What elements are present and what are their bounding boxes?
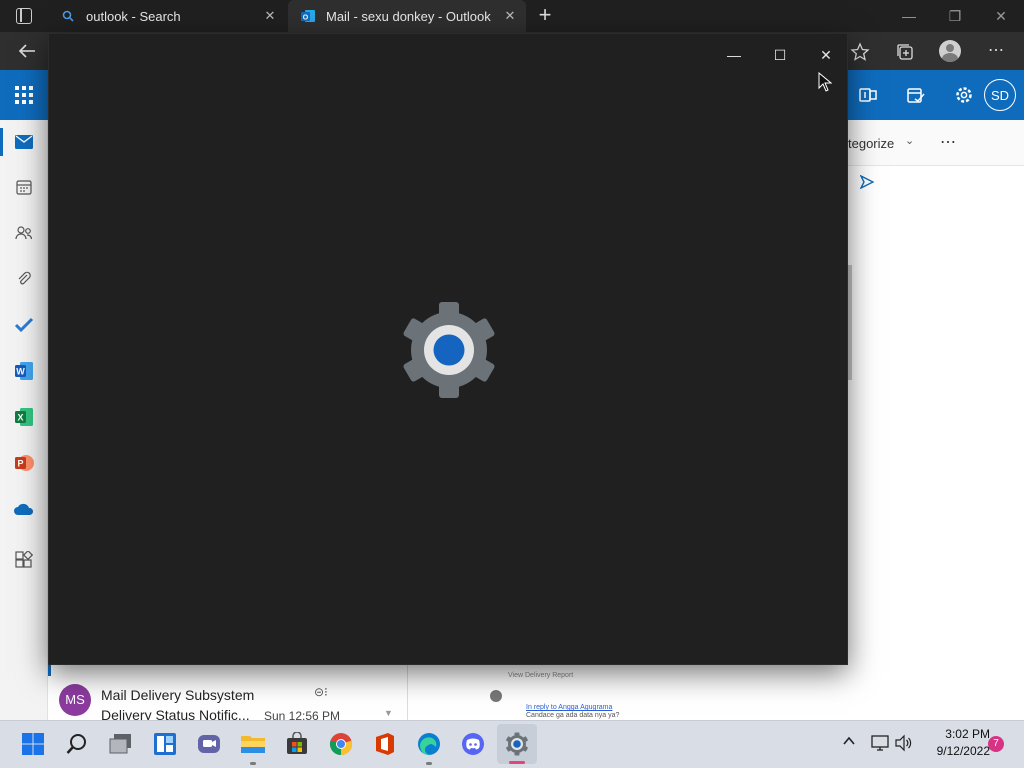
account-avatar[interactable]: SD [984, 79, 1016, 111]
tab-outlook-search[interactable]: outlook - Search ✕ [50, 0, 286, 32]
svg-text:P: P [17, 459, 23, 469]
maximize-icon[interactable]: ☐ [765, 42, 795, 68]
command-bar: tegorize ⌄ ⋯ [848, 120, 1024, 166]
scroll-down-icon[interactable]: ▼ [384, 708, 393, 718]
categorize-button[interactable]: tegorize [848, 136, 894, 151]
favorites-icon[interactable] [850, 42, 870, 62]
new-tab-button[interactable]: + [533, 4, 557, 28]
edge-icon[interactable] [414, 729, 444, 765]
onedrive-icon[interactable] [12, 497, 36, 521]
reading-pane: View Delivery Report In reply to Angga A… [408, 664, 848, 720]
left-app-rail: W X P [0, 120, 48, 720]
minimize-icon[interactable]: — [719, 42, 749, 68]
settings-app-icon[interactable] [502, 729, 532, 764]
close-tab-icon[interactable]: ✕ [502, 8, 518, 24]
widgets-icon[interactable] [150, 729, 180, 759]
todo-check-icon[interactable] [12, 313, 36, 337]
svg-text:W: W [16, 367, 25, 377]
powerpoint-icon[interactable]: P [12, 451, 36, 475]
close-tab-icon[interactable]: ✕ [262, 8, 278, 24]
notification-badge[interactable]: 7 [988, 736, 1004, 752]
microsoft-store-icon[interactable] [282, 729, 312, 759]
more-actions-button[interactable]: ⋯ [940, 132, 956, 152]
clock-date: 9/12/2022 [936, 744, 990, 758]
minimize-icon[interactable]: — [897, 6, 921, 26]
search-icon[interactable] [62, 729, 92, 759]
outlook-icon: O [300, 8, 316, 24]
word-icon[interactable]: W [12, 359, 36, 383]
preview-text: Candace ga ada data nya ya? [526, 712, 620, 719]
svg-text:X: X [17, 413, 23, 423]
profile-avatar[interactable] [939, 40, 961, 62]
chevron-down-icon[interactable]: ⌄ [905, 134, 914, 147]
app-launcher-icon[interactable] [14, 85, 34, 105]
settings-gear-icon[interactable] [954, 85, 974, 105]
tab-title: Mail - sexu donkey - Outlook [326, 8, 491, 24]
tab-outlook-mail[interactable]: O Mail - sexu donkey - Outlook ✕ [288, 0, 526, 32]
view-report-link[interactable]: View Delivery Report [508, 672, 573, 679]
tab-title: outlook - Search [86, 8, 181, 24]
start-button[interactable] [18, 729, 48, 759]
file-explorer-icon[interactable] [238, 729, 268, 765]
sender-name: Mail Delivery Subsystem [101, 687, 255, 703]
reading-pane-right [848, 120, 1024, 720]
send-arrow-icon[interactable] [859, 174, 876, 191]
more-options-icon[interactable]: ⋯ [985, 40, 1007, 62]
office-icon[interactable] [370, 729, 400, 759]
chrome-icon[interactable] [326, 729, 356, 759]
browser-tab-bar: outlook - Search ✕ O Mail - sexu donkey … [0, 0, 1024, 32]
mail-icon[interactable] [12, 130, 36, 154]
system-clock[interactable]: 3:02 PM 9/12/2022 [920, 726, 990, 762]
mouse-cursor [818, 71, 833, 92]
tab-actions-icon[interactable] [16, 8, 32, 24]
svg-text:O: O [303, 15, 309, 22]
attachment-icon[interactable] [12, 267, 36, 291]
collections-icon[interactable] [895, 42, 915, 62]
selected-indicator [48, 664, 51, 676]
excel-icon[interactable]: X [12, 405, 36, 429]
sender-avatar: MS [59, 684, 91, 716]
scrollbar[interactable] [848, 265, 852, 380]
calendar-icon[interactable] [12, 175, 36, 199]
people-icon[interactable] [12, 221, 36, 245]
close-icon[interactable]: ✕ [811, 42, 841, 68]
apps-icon[interactable] [12, 548, 36, 572]
list-item[interactable]: MS Mail Delivery Subsystem ⊝⁝ Delivery S… [48, 678, 408, 723]
active-indicator [509, 761, 525, 764]
avatar [490, 690, 502, 702]
back-arrow-icon[interactable] [16, 40, 40, 62]
close-icon[interactable]: ✕ [989, 6, 1013, 26]
settings-splash-window: — ☐ ✕ [48, 33, 848, 665]
discord-icon[interactable] [458, 729, 488, 759]
reply-all-icon[interactable]: ⊝⁝ [314, 685, 328, 699]
my-day-icon[interactable] [906, 85, 926, 105]
running-indicator [250, 762, 256, 765]
reply-link[interactable]: In reply to Angga Agugrama [526, 704, 612, 711]
rail-active-indicator [0, 128, 3, 156]
teams-chat-icon[interactable] [194, 729, 224, 759]
network-icon[interactable] [870, 734, 890, 752]
teams-icon[interactable] [858, 85, 878, 105]
message-list: MS Mail Delivery Subsystem ⊝⁝ Delivery S… [48, 664, 408, 723]
settings-gear-icon [399, 300, 499, 400]
chevron-up-icon[interactable] [842, 734, 860, 752]
task-view-icon[interactable] [106, 729, 136, 759]
volume-icon[interactable] [894, 734, 914, 752]
search-icon [60, 8, 76, 24]
running-indicator [426, 762, 432, 765]
restore-icon[interactable]: ❐ [943, 6, 967, 26]
clock-time: 3:02 PM [945, 727, 990, 741]
